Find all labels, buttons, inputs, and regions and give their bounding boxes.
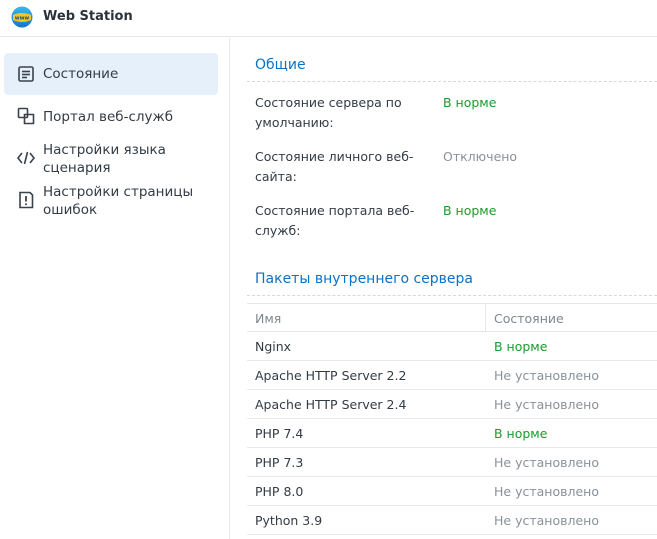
app-title: Web Station (43, 9, 133, 24)
sidebar-item-script-language[interactable]: Настройки языка сценария (4, 138, 218, 178)
portal-status-label: Состояние портала веб-служб: (255, 203, 415, 238)
status-list-icon (18, 66, 34, 82)
package-name: Python 3.9 (255, 513, 323, 528)
package-name: Apache HTTP Server 2.4 (255, 397, 407, 412)
package-name: PHP 8.0 (255, 484, 304, 499)
table-header: Имя Состояние (247, 303, 657, 332)
column-header-status[interactable]: Состояние (494, 311, 564, 326)
table-row[interactable]: PHP 8.0 Не установлено (247, 477, 657, 506)
svg-text:www: www (15, 15, 30, 21)
error-page-icon (19, 191, 34, 209)
main-content: Общие Состояние сервера по умолчанию: В … (231, 38, 657, 539)
table-row[interactable]: PHP 7.3 Не установлено (247, 448, 657, 477)
package-name: Nginx (255, 339, 292, 354)
packages-section-title: Пакеты внутреннего сервера (255, 271, 473, 287)
sidebar-item-portal[interactable]: Портал веб-служб (4, 100, 218, 134)
divider (247, 295, 657, 296)
package-status: Не установлено (494, 484, 599, 499)
sidebar-item-status[interactable]: Состояние (4, 53, 218, 95)
sidebar-item-label: Настройки страницы ошибок (43, 184, 194, 218)
sidebar-item-label: Портал веб-служб (43, 109, 174, 125)
sidebar-item-error-pages[interactable]: Настройки страницы ошибок (4, 180, 218, 220)
package-status: Не установлено (494, 455, 599, 470)
personal-site-status-value: Отключено (443, 149, 518, 164)
portal-status-value: В норме (443, 203, 497, 218)
code-icon (16, 151, 36, 165)
column-header-name[interactable]: Имя (255, 311, 281, 326)
sidebar-item-label: Настройки языка сценария (43, 142, 166, 176)
table-row[interactable]: Nginx В норме (247, 332, 657, 361)
general-section-title: Общие (255, 57, 306, 73)
server-status-value: В норме (443, 95, 497, 110)
table-row[interactable]: Apache HTTP Server 2.4 Не установлено (247, 390, 657, 419)
portal-icon (17, 107, 35, 125)
package-name: PHP 7.3 (255, 455, 304, 470)
package-status: В норме (494, 426, 548, 441)
www-globe-icon: www (11, 6, 33, 28)
package-status: Не установлено (494, 513, 599, 528)
personal-site-status-label: Состояние личного веб-сайта: (255, 149, 414, 184)
package-status: Не установлено (494, 397, 599, 412)
sidebar: Состояние Портал веб-служб Настройки язы… (0, 38, 230, 539)
package-status: В норме (494, 339, 548, 354)
table-row[interactable]: Apache HTTP Server 2.2 Не установлено (247, 361, 657, 390)
server-status-label: Состояние сервера по умолчанию: (255, 95, 402, 130)
table-row[interactable]: PHP 7.4 В норме (247, 419, 657, 448)
column-separator (485, 304, 486, 332)
divider (247, 81, 657, 82)
package-name: PHP 7.4 (255, 426, 304, 441)
package-status: Не установлено (494, 368, 599, 383)
title-bar: www Web Station (0, 0, 657, 37)
package-name: Apache HTTP Server 2.2 (255, 368, 407, 383)
table-row[interactable]: Python 3.9 Не установлено (247, 506, 657, 535)
sidebar-item-label: Состояние (43, 66, 119, 82)
